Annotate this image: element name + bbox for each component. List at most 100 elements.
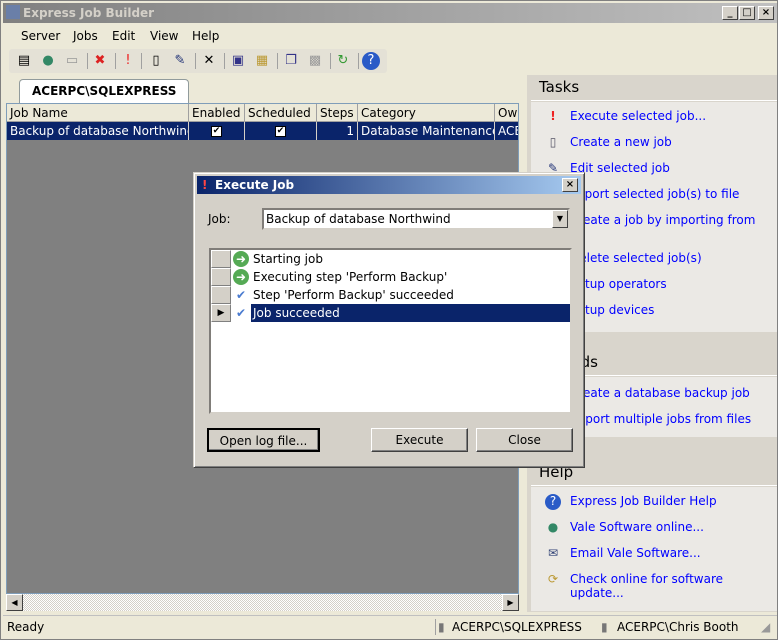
resize-grip-icon[interactable]: ◢ xyxy=(761,616,770,638)
current-row-indicator-icon[interactable]: ▶ xyxy=(211,304,231,322)
scroll-right-button[interactable]: ▶ xyxy=(502,594,519,611)
scheduled-checkbox[interactable]: ✔ xyxy=(275,126,286,137)
log-text: Job succeeded xyxy=(251,304,570,322)
link-label: Check online for software update... xyxy=(570,572,723,600)
email-link[interactable]: ✉ Email Vale Software... xyxy=(545,546,765,560)
horizontal-scrollbar[interactable]: ◀ ▶ xyxy=(6,594,519,611)
tasks-header: Tasks xyxy=(531,75,777,101)
create-job-link[interactable]: ▯ Create a new job xyxy=(545,135,765,149)
status-server: ACERPC\SQLEXPRESS xyxy=(452,620,582,634)
update-link[interactable]: ⟳ Check online for software update... xyxy=(545,572,765,600)
separator xyxy=(115,53,116,69)
help-section: ? Express Job Builder Help ● Vale Software… xyxy=(531,487,777,611)
separator xyxy=(87,53,88,69)
menu-server[interactable]: Server xyxy=(21,29,60,43)
enabled-checkbox[interactable]: ✔ xyxy=(211,126,222,137)
new-document-icon: ▯ xyxy=(549,135,557,149)
execute-job-link[interactable]: ! Execute selected job... xyxy=(545,109,765,123)
server-icon[interactable]: ▭ xyxy=(63,52,81,70)
close-button[interactable]: × xyxy=(758,6,774,20)
website-link[interactable]: ● Vale Software online... xyxy=(545,520,765,534)
col-owner[interactable]: Owner xyxy=(495,104,518,122)
enabled-cell[interactable]: ✔ xyxy=(189,122,245,140)
dialog-title: Execute Job xyxy=(215,178,295,192)
paste-icon[interactable]: ▩ xyxy=(306,52,324,70)
dialog-close-button[interactable]: × xyxy=(562,178,578,192)
check-icon: ✔ xyxy=(235,288,247,302)
log-row-selected[interactable]: ▶ ✔ Job succeeded xyxy=(211,304,570,322)
log-text: Starting job xyxy=(253,252,323,266)
menu-help[interactable]: Help xyxy=(192,29,219,43)
execute-icon[interactable]: ! xyxy=(119,52,137,70)
link-label: Vale Software online... xyxy=(570,520,704,534)
dialog-close-btn[interactable]: Close xyxy=(476,428,573,452)
edit-job-icon[interactable]: ✎ xyxy=(171,52,189,70)
steps-cell[interactable]: 1 xyxy=(317,122,358,140)
server-icon: ▮ xyxy=(438,620,445,634)
help-link[interactable]: ? Express Job Builder Help xyxy=(545,494,765,510)
execution-log[interactable]: ➜ Starting job ➜ Executing step 'Perform… xyxy=(209,248,572,414)
copy-icon[interactable]: ❐ xyxy=(282,52,300,70)
save-icon[interactable]: ▣ xyxy=(229,52,247,70)
separator xyxy=(224,53,225,69)
new-server-icon[interactable]: ▤ xyxy=(15,52,33,70)
separator xyxy=(277,53,278,69)
status-text: Ready xyxy=(7,620,45,634)
link-label: Email Vale Software... xyxy=(570,546,701,560)
execute-job-dialog: ! Execute Job × Job: Backup of database … xyxy=(193,172,585,468)
separator xyxy=(195,53,196,69)
link-label: Execute selected job... xyxy=(570,109,707,123)
maximize-button[interactable]: □ xyxy=(739,6,755,20)
log-row[interactable]: ✔ Step 'Perform Backup' succeeded xyxy=(211,286,570,304)
status-bar: Ready ▮ ACERPC\SQLEXPRESS ▮ ACERPC\Chris… xyxy=(3,615,777,637)
job-select[interactable]: Backup of database Northwind ▼ xyxy=(262,208,570,230)
scroll-left-button[interactable]: ◀ xyxy=(6,594,23,611)
refresh-icon[interactable]: ↻ xyxy=(334,52,352,70)
job-name-cell[interactable]: Backup of database Northwind xyxy=(7,122,189,140)
col-steps[interactable]: Steps xyxy=(317,104,358,122)
tab-server[interactable]: ACERPC\SQLEXPRESS xyxy=(19,79,189,103)
col-scheduled[interactable]: Scheduled xyxy=(245,104,317,122)
help-icon: ? xyxy=(545,494,561,510)
link-label: Create a job by importing from a xyxy=(570,213,756,241)
link-label: Create a database backup job xyxy=(570,386,750,400)
dropdown-arrow-icon[interactable]: ▼ xyxy=(552,210,568,228)
new-job-icon[interactable]: ▯ xyxy=(147,52,165,70)
separator xyxy=(435,619,436,635)
log-row[interactable]: ➜ Executing step 'Perform Backup' xyxy=(211,268,570,286)
execute-icon: ! xyxy=(202,178,208,192)
separator xyxy=(330,53,331,69)
log-text: Executing step 'Perform Backup' xyxy=(253,270,448,284)
window-title: Express Job Builder xyxy=(23,6,155,20)
owner-cell[interactable]: ACERPC\Chris Booth xyxy=(495,122,518,140)
row-header[interactable] xyxy=(211,286,231,304)
menu-edit[interactable]: Edit xyxy=(112,29,135,43)
execute-button[interactable]: Execute xyxy=(371,428,468,452)
delete-icon[interactable]: ✕ xyxy=(200,52,218,70)
col-enabled[interactable]: Enabled xyxy=(189,104,245,122)
row-header[interactable] xyxy=(211,268,231,286)
menu-view[interactable]: View xyxy=(150,29,178,43)
log-text: Step 'Perform Backup' succeeded xyxy=(253,288,454,302)
link-label: Express Job Builder Help xyxy=(570,494,717,508)
link-label: Export selected job(s) to file xyxy=(570,187,740,201)
dialog-title-bar: ! Execute Job xyxy=(197,176,581,194)
col-job-name[interactable]: Job Name xyxy=(7,104,189,122)
menu-jobs[interactable]: Jobs xyxy=(73,29,98,43)
minimize-button[interactable]: _ xyxy=(722,6,738,20)
scheduled-cell[interactable]: ✔ xyxy=(245,122,317,140)
category-cell[interactable]: Database Maintenance xyxy=(358,122,495,140)
open-log-button[interactable]: Open log file... xyxy=(207,428,320,452)
disconnect-icon[interactable]: ✖ xyxy=(91,52,109,70)
row-header[interactable] xyxy=(211,250,231,268)
link-label: Import multiple jobs from files xyxy=(570,412,752,426)
update-icon: ⟳ xyxy=(547,572,559,586)
envelope-icon: ✉ xyxy=(547,546,559,560)
job-label: Job: xyxy=(208,212,231,226)
help-icon[interactable]: ? xyxy=(362,52,380,70)
link-label: Delete selected job(s) xyxy=(570,251,702,265)
log-row[interactable]: ➜ Starting job xyxy=(211,250,570,268)
connect-icon[interactable]: ● xyxy=(39,52,57,70)
open-icon[interactable]: ▦ xyxy=(253,52,271,70)
col-category[interactable]: Category xyxy=(358,104,495,122)
